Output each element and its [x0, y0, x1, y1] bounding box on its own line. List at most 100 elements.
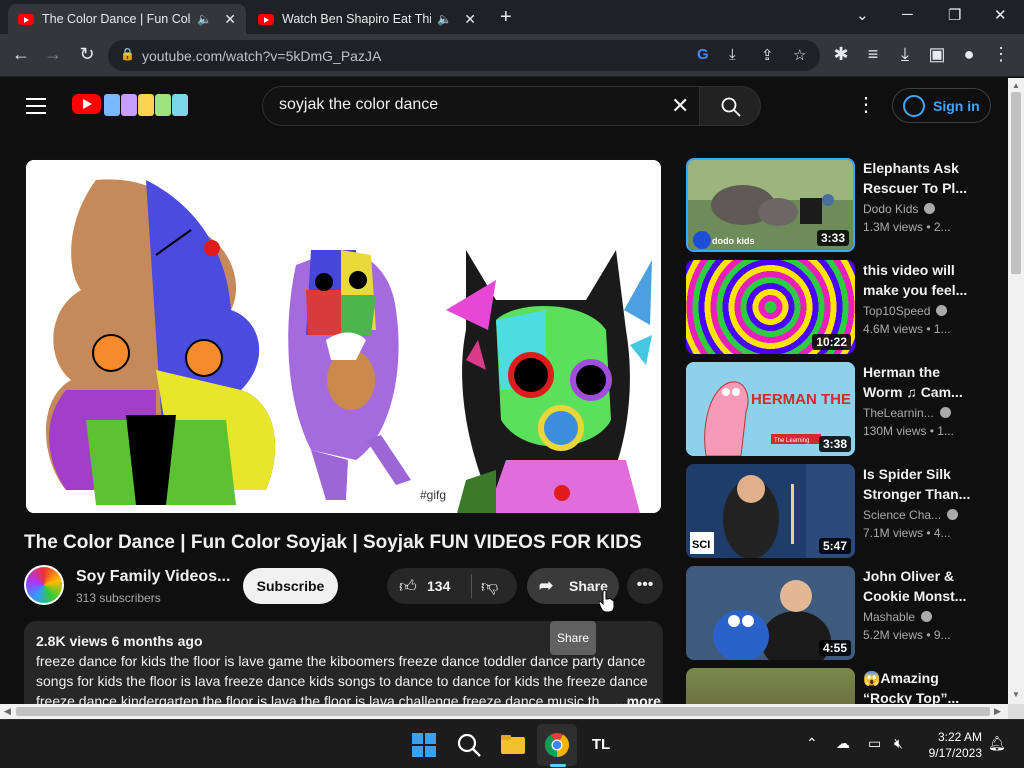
search-button[interactable] — [699, 86, 761, 126]
install-app-icon[interactable]: ⤓ — [729, 46, 736, 63]
vertical-scrollbar[interactable]: ▲ ▼ — [1008, 78, 1024, 704]
sign-in-button[interactable]: Sign in — [892, 88, 991, 123]
recommendation-title[interactable]: Is Spider Silk Stronger Than... — [863, 464, 971, 504]
file-explorer-icon[interactable] — [500, 732, 526, 758]
tab-close-icon[interactable]: ✕ — [464, 11, 476, 28]
recommendation-channel[interactable]: Mashable — [863, 610, 971, 624]
minimize-icon[interactable]: ─ — [902, 6, 913, 23]
system-clock[interactable]: 3:22 AM 9/17/2023 — [920, 729, 982, 761]
recommendation-item[interactable]: 10:22 this video will make you feel... T… — [686, 260, 996, 356]
verified-check-icon — [939, 407, 951, 418]
recommendation-channel[interactable]: TheLearnin... — [863, 406, 971, 420]
recommendation-views: 130M views • 1... — [863, 424, 954, 438]
extensions-puzzle-icon[interactable]: ✱ — [830, 44, 852, 65]
side-panel-icon[interactable]: ▣ — [926, 44, 948, 65]
url-text[interactable]: youtube.com/watch?v=5kDmG_PazJA — [142, 48, 381, 64]
recommendation-item[interactable]: SCI 5:47 Is Spider Silk Stronger Than...… — [686, 464, 996, 560]
video-thumbnail[interactable]: dodo kids 3:33 — [686, 158, 855, 252]
scroll-right-arrow-icon[interactable]: ▶ — [994, 706, 1001, 717]
scroll-down-arrow-icon[interactable]: ▼ — [1012, 690, 1020, 699]
search-box[interactable]: ✕ — [262, 86, 700, 126]
video-thumbnail[interactable]: 4:55 — [686, 566, 855, 660]
verified-check-icon — [947, 509, 959, 520]
video-thumbnail[interactable] — [686, 668, 855, 704]
account-icon — [903, 94, 925, 117]
network-icon[interactable]: ▭ — [868, 735, 881, 752]
youtube-logo-icon[interactable] — [72, 94, 101, 114]
recommendation-title[interactable]: this video will make you feel... — [863, 260, 971, 300]
more-actions-button[interactable]: ••• — [627, 568, 663, 604]
verified-check-icon — [936, 305, 948, 316]
share-page-icon[interactable]: ⇪ — [761, 46, 774, 64]
channel-label: TheLearnin... — [863, 406, 934, 420]
profile-icon[interactable]: ● — [958, 44, 980, 65]
scroll-left-arrow-icon[interactable]: ◀ — [4, 706, 11, 717]
back-arrow-icon[interactable]: ← — [10, 44, 32, 65]
recommendation-title[interactable]: Elephants Ask Rescuer To Pl... — [863, 158, 971, 198]
recommendation-item[interactable]: 😱Amazing “Rocky Top”... — [686, 668, 996, 704]
channel-avatar[interactable] — [24, 565, 64, 605]
youtube-doodle-logo[interactable] — [104, 94, 188, 116]
video-player[interactable]: #gifg — [24, 158, 663, 515]
windows-start-icon[interactable] — [411, 732, 437, 758]
recommendation-channel[interactable]: Dodo Kids — [863, 202, 971, 216]
onedrive-cloud-icon[interactable]: ☁ — [836, 735, 850, 752]
recommendation-views: 1.3M views • 2... — [863, 220, 951, 234]
downloads-icon[interactable]: ⤓ — [894, 44, 916, 65]
vertical-scroll-thumb[interactable] — [1011, 92, 1021, 274]
volume-muted-icon[interactable]: 🔇︎ — [894, 735, 903, 752]
lock-icon[interactable]: 🔒 — [120, 47, 135, 61]
show-more-link[interactable]: ...more — [611, 691, 661, 704]
channel-name[interactable]: Soy Family Videos... — [76, 568, 230, 586]
tray-chevron-icon[interactable]: ⌃ — [806, 735, 818, 752]
horizontal-scroll-thumb[interactable] — [16, 707, 990, 716]
restore-icon[interactable]: ❐ — [948, 6, 961, 24]
recommendation-title[interactable]: 😱Amazing “Rocky Top”... — [863, 668, 971, 704]
video-thumbnail[interactable]: SCI 5:47 — [686, 464, 855, 558]
recommendation-title[interactable]: John Oliver & Cookie Monst... — [863, 566, 971, 606]
hamburger-menu-icon[interactable] — [26, 98, 46, 119]
recommendation-item[interactable]: dodo kids 3:33 Elephants Ask Rescuer To … — [686, 158, 996, 254]
video-thumbnail[interactable]: 10:22 — [686, 260, 855, 354]
recommendation-title[interactable]: Herman the Worm ♫ Cam... — [863, 362, 971, 402]
reload-icon[interactable]: ↻ — [76, 44, 98, 65]
scroll-up-arrow-icon[interactable]: ▲ — [1012, 81, 1020, 90]
like-count[interactable]: 134 — [427, 578, 450, 594]
tab-color-dance[interactable]: The Color Dance | Fun Color Soyjak | Soy… — [8, 4, 246, 34]
horizontal-scrollbar[interactable]: ◀ ▶ — [0, 704, 1008, 719]
new-tab-icon[interactable]: + — [500, 6, 512, 29]
hand-cursor-icon — [599, 590, 615, 612]
windows-taskbar: TL ⌃ ☁ ▭ 🔇︎ 3:22 AM 9/17/2023 🔔︎ — [0, 719, 1024, 768]
speaker-icon[interactable]: 🔈 — [197, 12, 212, 26]
clear-search-icon[interactable]: ✕ — [671, 93, 689, 119]
tab-ben-shapiro[interactable]: Watch Ben Shapiro Eat This Insane... 🔈 ✕ — [248, 4, 486, 34]
video-thumbnail[interactable]: HERMAN THE WORM The Learning 3:38 — [686, 362, 855, 456]
search-icon[interactable] — [456, 732, 482, 758]
verified-check-icon — [921, 611, 933, 622]
search-input[interactable] — [279, 96, 659, 114]
tl-app-icon[interactable]: TL — [588, 732, 614, 758]
settings-kebab-icon[interactable]: ⋮ — [856, 94, 876, 116]
recommendation-item[interactable]: HERMAN THE WORM The Learning 3:38 Herman… — [686, 362, 996, 458]
recommendation-views: 4.6M views • 1... — [863, 322, 951, 336]
subscribe-button[interactable]: Subscribe — [243, 568, 338, 604]
thumbs-down-icon[interactable]: 👎︎ — [481, 576, 498, 597]
notification-bell-icon[interactable]: 🔔︎ — [988, 735, 1006, 752]
youtube-favicon-icon — [258, 13, 274, 25]
tab-search-chevron-icon[interactable]: ⌄ — [856, 6, 869, 24]
recommendation-channel[interactable]: Science Cha... — [863, 508, 971, 522]
chrome-menu-icon[interactable]: ⋮ — [990, 44, 1012, 65]
browser-toolbar: ← → ↻ 🔒 youtube.com/watch?v=5kDmG_PazJA … — [0, 34, 1024, 77]
recommendation-item[interactable]: 4:55 John Oliver & Cookie Monst... Masha… — [686, 566, 996, 662]
chrome-icon[interactable] — [544, 732, 570, 758]
bookmark-star-icon[interactable]: ☆ — [793, 46, 806, 64]
thumbs-up-icon[interactable]: 👍︎ — [399, 576, 417, 597]
forward-arrow-icon[interactable]: → — [42, 44, 64, 65]
address-bar[interactable]: 🔒 youtube.com/watch?v=5kDmG_PazJA G ⤓ ⇪ … — [108, 40, 820, 71]
google-lens-icon[interactable]: G — [697, 46, 709, 63]
recommendation-channel[interactable]: Top10Speed — [863, 304, 971, 318]
tab-close-icon[interactable]: ✕ — [224, 11, 236, 28]
media-control-icon[interactable]: ≡ — [862, 44, 884, 65]
speaker-icon[interactable]: 🔈 — [437, 12, 452, 26]
close-window-icon[interactable]: ✕ — [994, 6, 1007, 24]
